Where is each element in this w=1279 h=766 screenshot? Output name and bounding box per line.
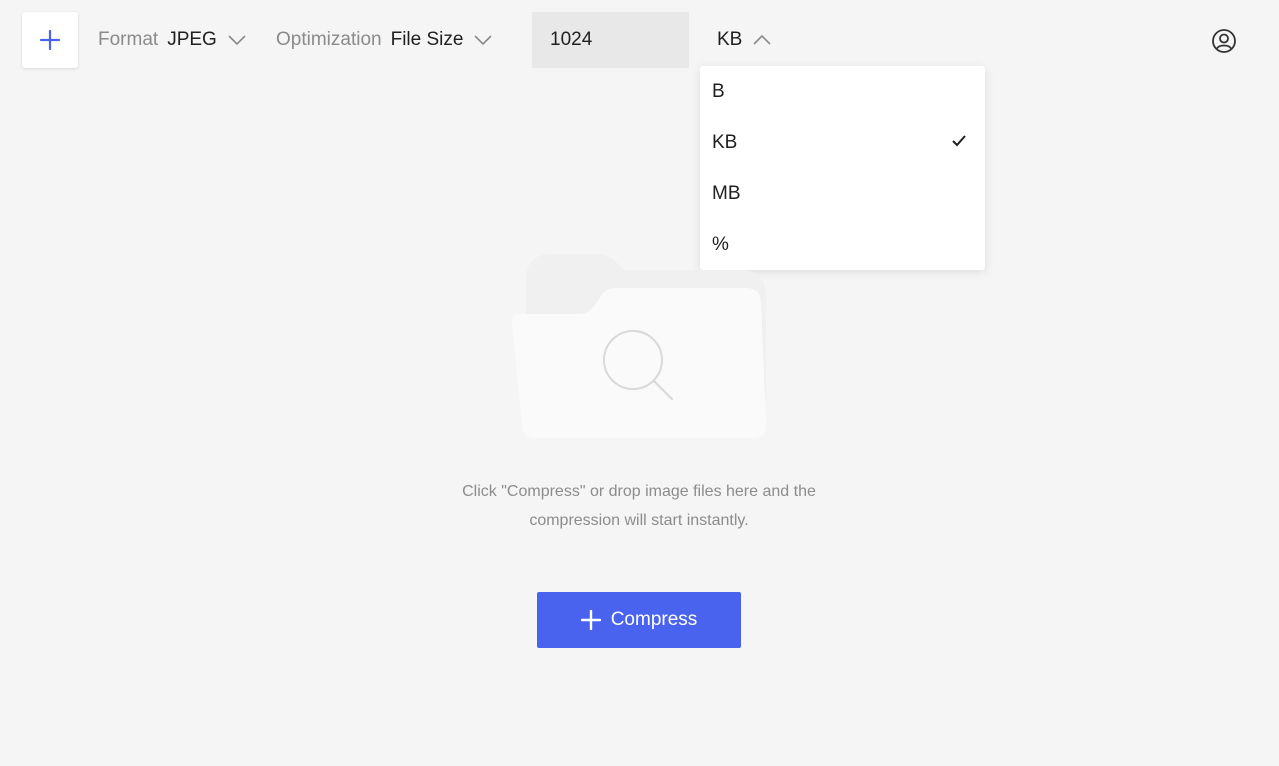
target-size-input[interactable] bbox=[532, 12, 689, 68]
unit-option-label: KB bbox=[712, 131, 738, 153]
plus-icon bbox=[39, 29, 61, 51]
compress-button[interactable]: Compress bbox=[537, 592, 741, 648]
user-circle-icon[interactable] bbox=[1211, 28, 1237, 54]
plus-icon bbox=[580, 610, 601, 630]
unit-value: KB bbox=[717, 29, 743, 50]
unit-selector[interactable]: KB bbox=[717, 28, 772, 52]
hint-line-2: compression will start instantly. bbox=[529, 512, 749, 529]
chevron-down-icon bbox=[474, 35, 493, 46]
format-value: JPEG bbox=[167, 29, 217, 50]
unit-option-label: B bbox=[712, 80, 725, 102]
format-selector[interactable]: Format JPEG bbox=[98, 28, 247, 52]
unit-option-label: MB bbox=[712, 182, 741, 204]
empty-state-hint: Click "Compress" or drop image files her… bbox=[400, 477, 878, 535]
optimization-selector[interactable]: Optimization File Size bbox=[276, 28, 493, 52]
folder-search-icon bbox=[511, 254, 767, 438]
format-label: Format bbox=[98, 29, 159, 50]
unit-option-b[interactable]: B bbox=[700, 66, 985, 117]
unit-dropdown: B KB MB % bbox=[700, 66, 985, 270]
chevron-up-icon bbox=[753, 34, 771, 45]
checkmark-icon bbox=[952, 135, 966, 147]
unit-option-mb[interactable]: MB bbox=[700, 168, 985, 219]
hint-line-1: Click "Compress" or drop image files her… bbox=[462, 483, 816, 500]
optimization-value: File Size bbox=[390, 29, 464, 50]
unit-option-kb[interactable]: KB bbox=[700, 117, 985, 168]
add-files-button[interactable] bbox=[22, 12, 78, 68]
optimization-label: Optimization bbox=[276, 29, 382, 50]
compress-button-label: Compress bbox=[610, 609, 698, 630]
chevron-down-icon bbox=[228, 35, 246, 46]
